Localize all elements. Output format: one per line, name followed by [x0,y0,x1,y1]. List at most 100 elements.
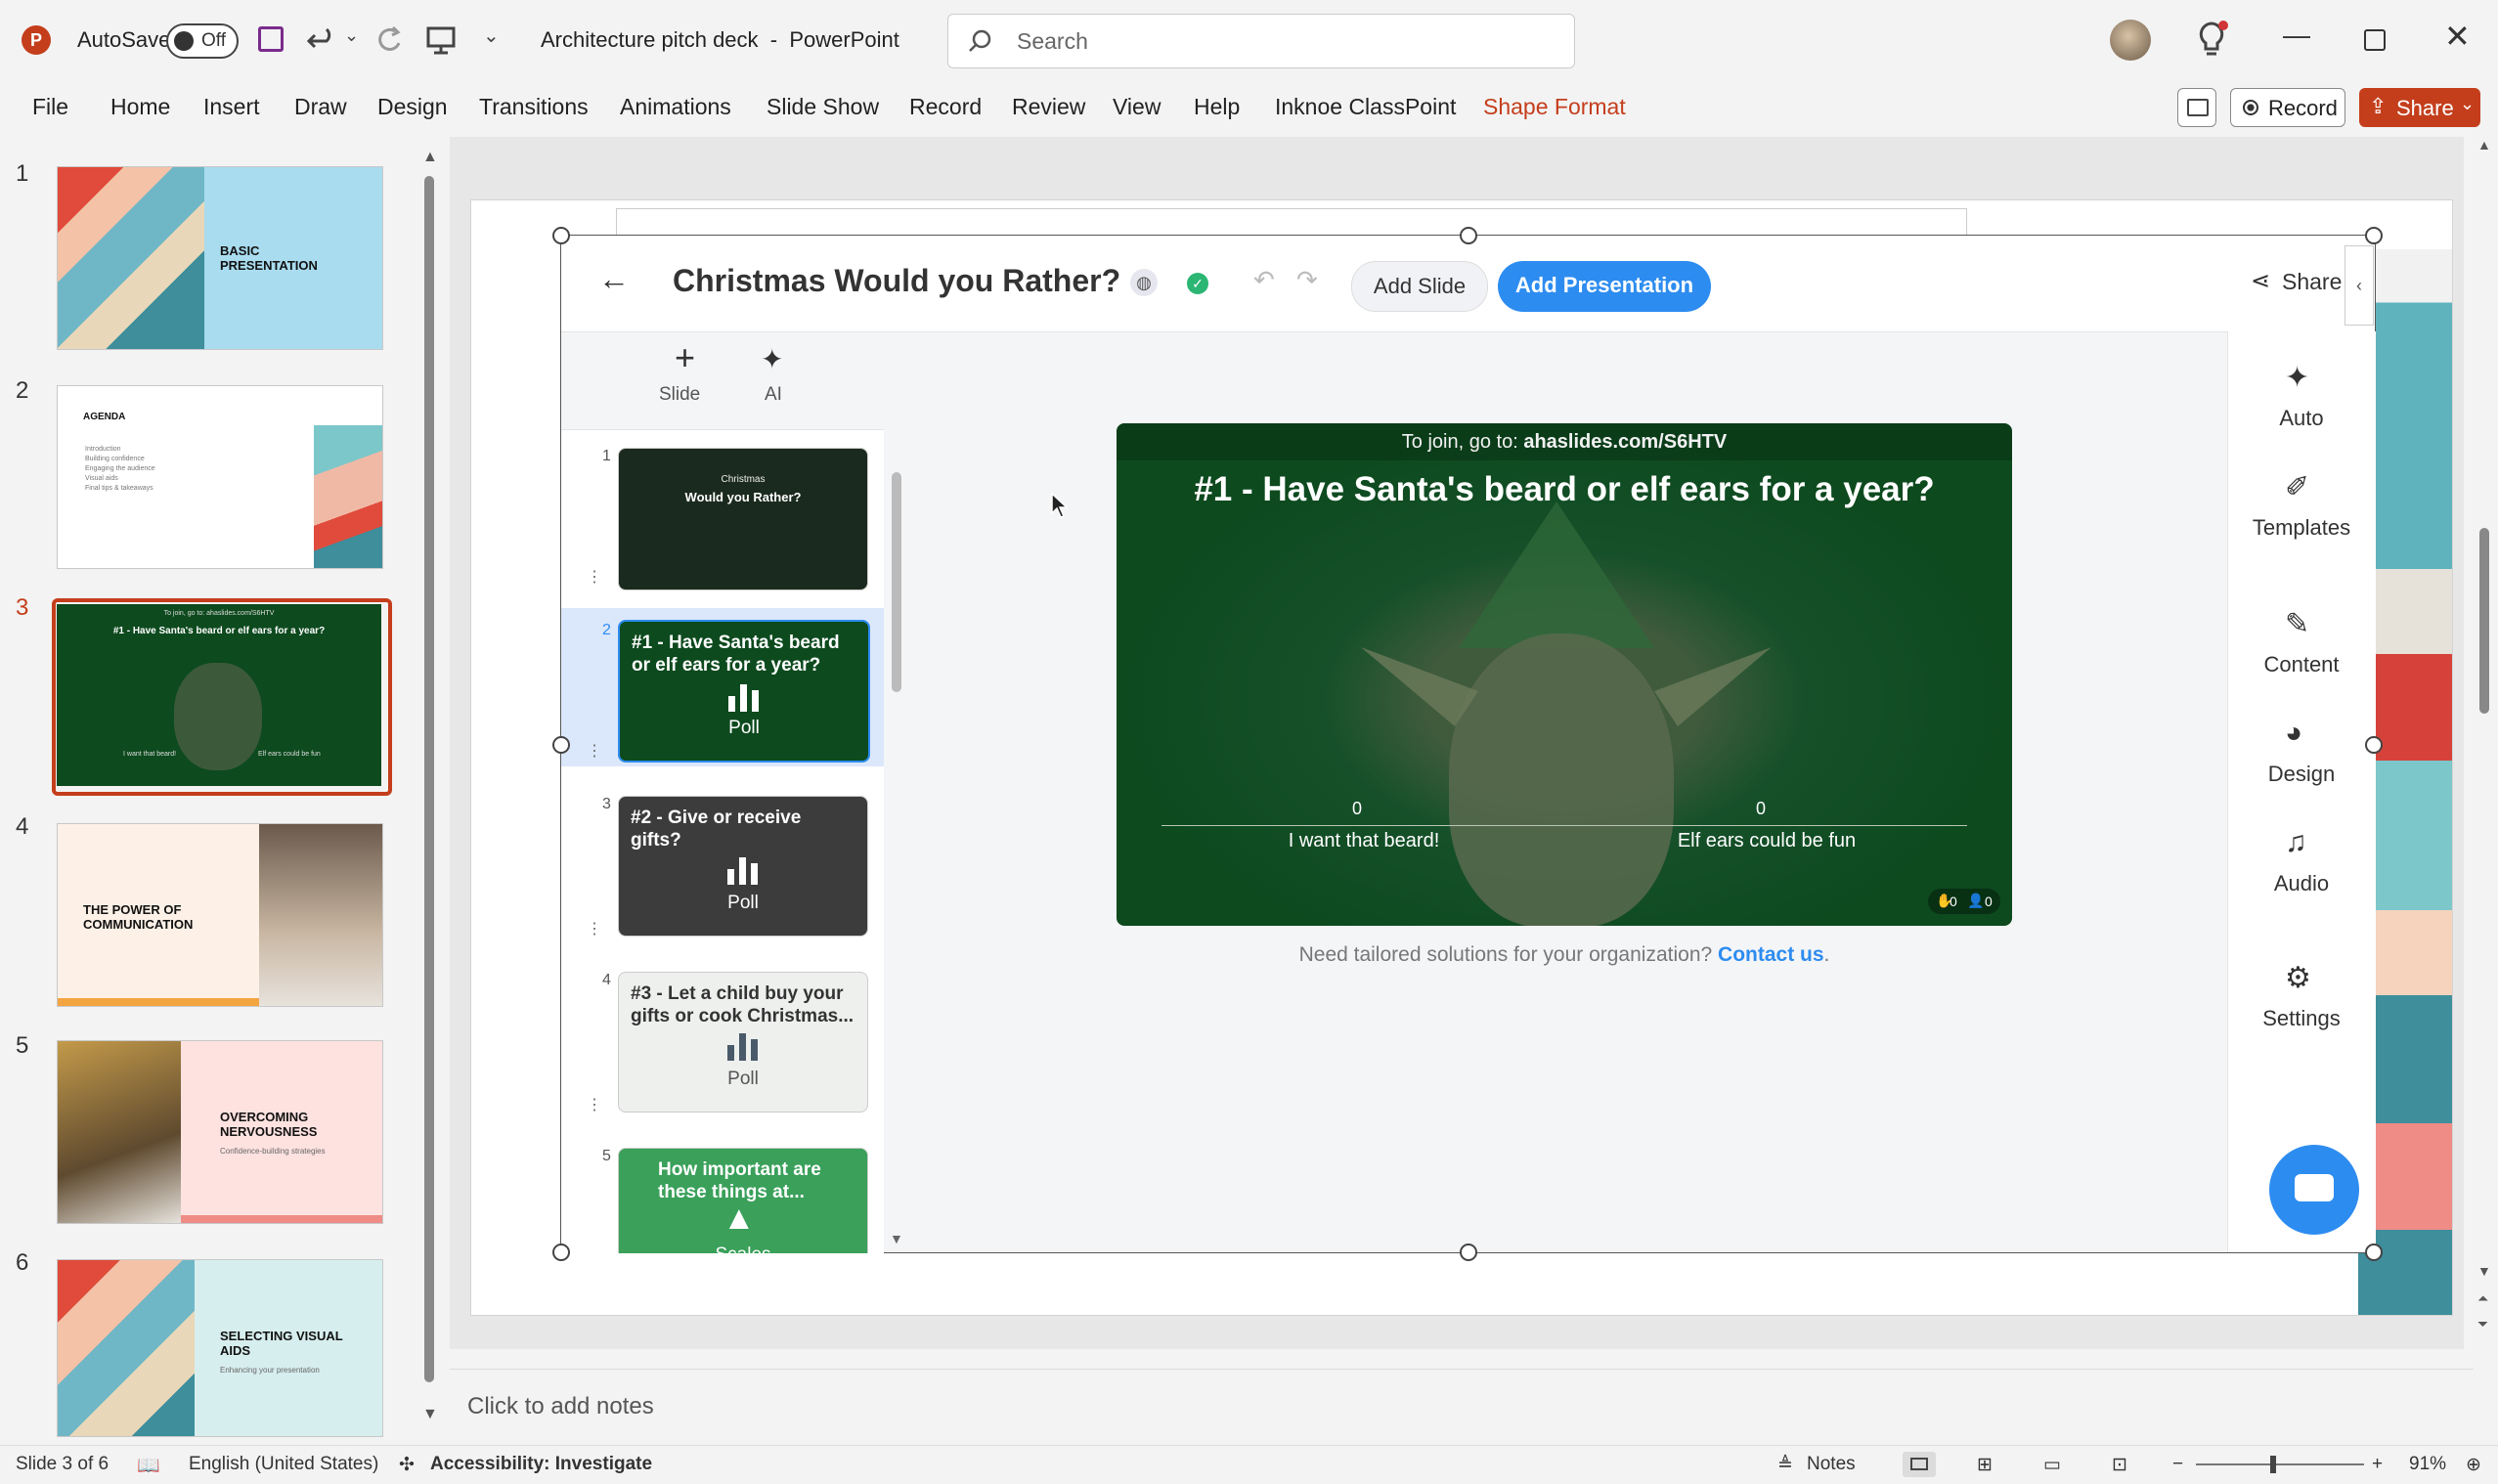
thumbnail-slide-5[interactable]: OVERCOMING NERVOUSNESS Confidence-buildi… [57,1040,383,1224]
thumbnail-slide-1[interactable]: BASIC PRESENTATION [57,166,383,350]
fit-to-window-icon[interactable]: ⊕ [2466,1454,2481,1476]
title-placeholder[interactable] [616,208,1967,235]
reading-view-icon[interactable]: ▭ [2043,1454,2061,1476]
scroll-up-icon[interactable]: ▲ [2477,137,2491,153]
next-slide-icon[interactable]: ⏷ [2477,1316,2488,1332]
resize-handle-ne[interactable] [2365,227,2383,244]
tab-animations[interactable]: Animations [620,94,731,120]
previous-slide-icon[interactable]: ⏶ [2477,1290,2488,1307]
auto-tool[interactable]: ✦ Auto [2238,361,2365,439]
contact-us-link[interactable]: Contact us [1718,943,1824,966]
share-label[interactable]: Share [2282,269,2342,295]
language[interactable]: English (United States) [189,1454,378,1475]
resize-handle-e[interactable] [2365,736,2383,754]
drag-handle-icon[interactable]: ⋮ [587,1095,602,1114]
mini-slide-3[interactable]: #2 - Give or receive gifts? Poll [618,796,868,937]
scrollbar-thumb[interactable] [892,472,901,692]
thumbnail-scrollbar[interactable]: ▲ ▼ [422,149,438,1425]
record-button[interactable]: Record [2230,88,2345,127]
undo-icon[interactable] [305,23,338,57]
scroll-down-icon[interactable]: ▼ [2477,1263,2491,1279]
scroll-up-icon[interactable]: ▲ [422,149,438,166]
templates-tool[interactable]: ✐ Templates [2238,470,2365,548]
tab-insert[interactable]: Insert [203,94,260,120]
chat-support-button[interactable] [2269,1145,2359,1235]
add-presentation-button[interactable]: Add Presentation [1498,261,1711,312]
search-box[interactable]: Search [947,14,1575,68]
tab-view[interactable]: View [1113,94,1161,120]
avatar[interactable] [2110,20,2151,61]
thumbnail-slide-2[interactable]: AGENDA Introduction Building confidence … [57,385,383,569]
lightbulb-icon[interactable] [2194,20,2229,59]
spellcheck-book-icon[interactable]: 📖 [137,1454,160,1477]
zoom-in-icon[interactable]: + [2372,1454,2383,1475]
tab-home[interactable]: Home [110,94,170,120]
undo-dropdown-icon[interactable]: ⌄ [344,25,359,46]
tab-help[interactable]: Help [1194,94,1240,120]
redo-icon[interactable]: ↷ [1296,265,1318,295]
zoom-level[interactable]: 91% [2409,1454,2446,1475]
add-slide-tool[interactable]: + Slide [649,337,727,405]
close-icon[interactable]: ✕ [2444,18,2471,55]
zoom-slider-thumb[interactable] [2270,1456,2276,1473]
mini-slide-1[interactable]: Christmas Would you Rather? [618,448,868,590]
undo-icon[interactable]: ↶ [1253,265,1275,295]
zoom-slider[interactable] [2196,1456,2364,1473]
drag-handle-icon[interactable]: ⋮ [587,919,602,938]
drag-handle-icon[interactable]: ⋮ [587,741,602,761]
audio-tool[interactable]: ♫ Audio [2238,826,2365,904]
mini-slide-4[interactable]: #3 - Let a child buy your gifts or cook … [618,972,868,1113]
notes-pane[interactable]: Click to add notes [450,1369,2474,1444]
drag-handle-icon[interactable]: ⋮ [587,567,602,587]
notes-toggle[interactable]: Notes [1807,1454,1856,1475]
presentation-title[interactable]: Christmas Would you Rather? [673,263,1120,299]
slideshow-view-icon[interactable]: ⊡ [2112,1454,2127,1476]
normal-view-icon[interactable] [1903,1452,1936,1477]
share-button[interactable]: ⇪ Share ⌄ [2359,88,2480,127]
mini-slide-5[interactable]: How important are these things at... ▲ S… [618,1148,868,1253]
tab-design[interactable]: Design [377,94,448,120]
resize-handle-n[interactable] [1460,227,1477,244]
resize-handle-sw[interactable] [552,1244,570,1261]
scroll-down-icon[interactable]: ▼ [422,1406,438,1423]
scroll-down-icon[interactable]: ▼ [890,1231,903,1246]
ai-tool[interactable]: ✦ AI [749,344,808,405]
present-from-start-icon[interactable] [424,23,458,57]
back-arrow-icon[interactable]: ← [598,261,630,297]
main-slide-preview[interactable]: To join, go to: ahaslides.com/S6HTV #1 -… [1117,423,2012,926]
redo-icon[interactable] [372,23,405,57]
slide-sorter-icon[interactable]: ⊞ [1977,1454,1993,1476]
accessibility-status[interactable]: Accessibility: Investigate [430,1454,652,1475]
accessibility-icon[interactable]: ✣ [399,1454,415,1476]
tab-inknoe-classpoint[interactable]: Inknoe ClassPoint [1275,94,1456,120]
thumbnail-slide-4[interactable]: THE POWER OF COMMUNICATION [57,823,383,1007]
tab-shape-format[interactable]: Shape Format [1483,94,1626,120]
add-slide-button[interactable]: Add Slide [1351,261,1488,312]
minimize-icon[interactable]: — [2283,20,2310,51]
content-tool[interactable]: ✎ Content [2238,607,2365,685]
resize-handle-nw[interactable] [552,227,570,244]
thumbnail-slide-3[interactable]: To join, go to: ahaslides.com/S6HTV #1 -… [57,604,381,786]
tab-draw[interactable]: Draw [294,94,347,120]
collapse-panel-button[interactable]: ‹ [2345,245,2374,326]
tab-slide-show[interactable]: Slide Show [767,94,879,120]
restore-icon[interactable] [2364,29,2386,51]
design-tool[interactable]: ◕ Design [2238,717,2365,795]
save-icon[interactable] [258,26,284,52]
tab-review[interactable]: Review [1012,94,1085,120]
resize-handle-se[interactable] [2365,1244,2383,1261]
ahaslides-embed[interactable]: ← Christmas Would you Rather? ◍ ✓ ↶ ↷ Ad… [552,227,2383,1261]
customize-toolbar-icon[interactable]: ⌄ [483,23,500,48]
resize-handle-w[interactable] [552,736,570,754]
globe-icon[interactable]: ◍ [1130,269,1158,296]
zoom-out-icon[interactable]: − [2172,1454,2183,1475]
tab-file[interactable]: File [32,94,68,120]
mini-slide-2[interactable]: #1 - Have Santa's beard or elf ears for … [618,620,870,763]
notes-icon[interactable]: ≜ [1777,1454,1793,1476]
scrollbar-thumb[interactable] [2479,528,2489,714]
tab-record[interactable]: Record [909,94,982,120]
autosave-toggle[interactable]: Off [166,23,239,59]
editor-scrollbar[interactable]: ▲ ▼ ⏶ ⏷ [2474,137,2495,1349]
scrollbar-thumb[interactable] [424,176,434,1382]
thumbnail-slide-6[interactable]: SELECTING VISUAL AIDS Enhancing your pre… [57,1259,383,1437]
